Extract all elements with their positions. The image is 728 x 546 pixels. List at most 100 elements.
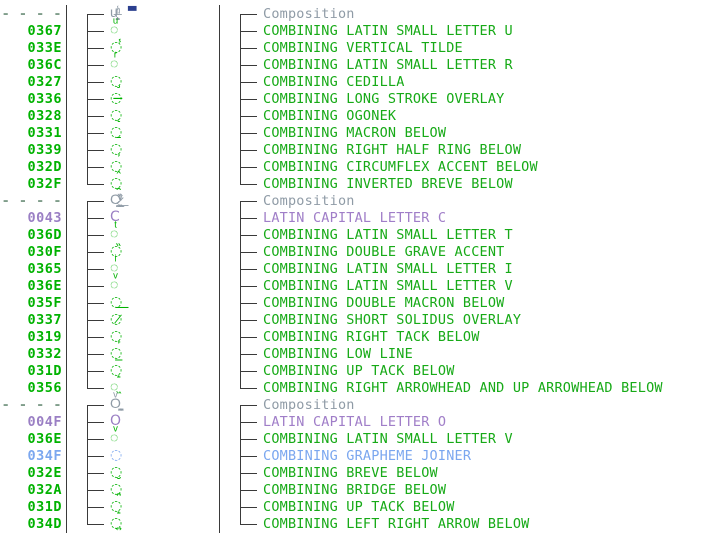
tree-branch (84, 39, 110, 57)
tree-branch-right (237, 481, 263, 499)
composition-heading: Composition (263, 6, 355, 22)
character-name: COMBINING RIGHT HALF RING BELOW (263, 142, 522, 158)
character-name: COMBINING LATIN SMALL LETTER V (263, 278, 513, 294)
character-row[interactable]: 0367 ◌ͧ COMBINING LATIN SMALL LETTER U (0, 22, 728, 40)
character-row[interactable]: 0365 ◌ͥ COMBINING LATIN SMALL LETTER I (0, 260, 728, 278)
codepoint-value: 035F (27, 295, 62, 311)
character-row[interactable]: 036C ◌ͬ COMBINING LATIN SMALL LETTER R (0, 56, 728, 74)
tree-branch-right (237, 277, 263, 295)
character-name: COMBINING LATIN SMALL LETTER U (263, 23, 513, 39)
character-row[interactable]: 031D ◌̝ COMBINING UP TACK BELOW (0, 498, 728, 516)
character-name: COMBINING RIGHT ARROWHEAD AND UP ARROWHE… (263, 380, 663, 396)
tree-branch-right (237, 73, 263, 91)
codepoint-value: 0336 (27, 91, 62, 107)
tree-branch-right (237, 107, 263, 125)
tree-branch-right (237, 260, 263, 278)
tree-outer-rail (62, 430, 84, 448)
tree-outer-rail-right (215, 158, 237, 176)
character-name: LATIN CAPITAL LETTER O (263, 414, 447, 430)
glyph-preview: ◌̲ (110, 345, 123, 361)
character-row[interactable]: 0319 ◌̙ COMBINING RIGHT TACK BELOW (0, 328, 728, 346)
character-name: COMBINING BREVE BELOW (263, 465, 438, 481)
codepoint-value: 036D (27, 227, 62, 243)
glyph-preview: ◌̧ (110, 73, 123, 89)
composition-group-header[interactable]: - - - - Oͮ͏̮̪̝͍ Composition (0, 396, 728, 415)
tree-outer-rail (62, 243, 84, 261)
character-name: COMBINING DOUBLE GRAVE ACCENT (263, 244, 505, 260)
composition-group-header[interactable]: - - - - u̶̧̨̱̹̭̯ͧ̾ͬ Composition (0, 5, 728, 24)
character-row[interactable]: 0337 ◌̷ COMBINING SHORT SOLIDUS OVERLAY (0, 311, 728, 329)
codepoint-value: 0339 (27, 142, 62, 158)
tree-outer-rail-right (215, 226, 237, 244)
character-row[interactable]: 0327 ◌̧ COMBINING CEDILLA (0, 73, 728, 91)
tree-outer-rail (62, 124, 84, 142)
tree-outer-rail-right (215, 56, 237, 74)
tree-branch-right (237, 56, 263, 74)
character-row[interactable]: 030F ◌̏ COMBINING DOUBLE GRAVE ACCENT (0, 243, 728, 261)
tree-outer-rail-right (215, 192, 237, 210)
tree-outer-rail-right (215, 90, 237, 108)
codepoint-value: 034D (27, 516, 62, 532)
tree-branch-right (237, 141, 263, 159)
character-row[interactable]: 036D ◌ͭ COMBINING LATIN SMALL LETTER T (0, 226, 728, 244)
codepoint-value: 036C (27, 57, 62, 73)
character-row[interactable]: 036E ◌ͮ COMBINING LATIN SMALL LETTER V (0, 430, 728, 448)
tree-outer-rail (62, 39, 84, 57)
character-row[interactable]: 0356 ◌͖ COMBINING RIGHT ARROWHEAD AND UP A… (0, 379, 728, 397)
character-row[interactable]: 004F O LATIN CAPITAL LETTER O (0, 413, 728, 431)
character-row[interactable]: 035F ◌͟ COMBINING DOUBLE MACRON BELOW (0, 294, 728, 312)
tree-branch-right (237, 226, 263, 244)
tree-branch-right (237, 39, 263, 57)
character-row[interactable]: 0332 ◌̲ COMBINING LOW LINE (0, 345, 728, 363)
character-name: COMBINING OGONEK (263, 108, 397, 124)
character-name: COMBINING LATIN SMALL LETTER T (263, 227, 513, 243)
tree-branch (84, 328, 110, 346)
character-row[interactable]: 034F ◌͏ COMBINING GRAPHEME JOINER (0, 447, 728, 465)
tree-outer-rail-right (215, 328, 237, 346)
tree-branch-last-right (237, 515, 263, 533)
glyph-preview: ◌̭ (110, 158, 123, 174)
composition-group-header[interactable]: - - - - C̷̙̲̝͖ͭ̏ͥͮ͟ Composition (0, 192, 728, 211)
tree-outer-rail (62, 396, 84, 414)
tree-outer-rail (62, 158, 84, 176)
character-row[interactable]: 0336 ◌̶ COMBINING LONG STROKE OVERLAY (0, 90, 728, 108)
character-row[interactable]: 0331 ◌̱ COMBINING MACRON BELOW (0, 124, 728, 142)
tree-branch-right (237, 311, 263, 329)
tree-outer-rail (62, 141, 84, 159)
tree-outer-rail-right (215, 379, 237, 397)
character-row[interactable]: 036E ◌ͮ COMBINING LATIN SMALL LETTER V (0, 277, 728, 295)
codepoint-value: 0365 (27, 261, 62, 277)
tree-outer-rail (62, 90, 84, 108)
tree-outer-rail-right (215, 124, 237, 142)
character-row[interactable]: 032D ◌̭ COMBINING CIRCUMFLEX ACCENT BELOW (0, 158, 728, 176)
codepoint-value: 0356 (27, 380, 62, 396)
character-row[interactable]: 032A ◌̪ COMBINING BRIDGE BELOW (0, 481, 728, 499)
tree-branch-last-right (237, 175, 263, 193)
character-row[interactable]: 032E ◌̮ COMBINING BREVE BELOW (0, 464, 728, 482)
character-name: COMBINING CIRCUMFLEX ACCENT BELOW (263, 159, 538, 175)
character-row[interactable]: 0043 C LATIN CAPITAL LETTER C (0, 209, 728, 227)
glyph-preview: ◌̏ (110, 243, 123, 259)
tree-outer-rail (62, 175, 84, 193)
character-row[interactable]: 0328 ◌̨ COMBINING OGONEK (0, 107, 728, 125)
character-row[interactable]: 032F ◌̯ COMBINING INVERTED BREVE BELOW (0, 175, 728, 193)
tree-branch (84, 22, 110, 40)
codepoint-value: 032F (27, 176, 62, 192)
tree-branch (84, 226, 110, 244)
character-row[interactable]: 031D ◌̝ COMBINING UP TACK BELOW (0, 362, 728, 380)
character-row[interactable]: 0339 ◌̹ COMBINING RIGHT HALF RING BELOW (0, 141, 728, 159)
tree-branch-right (237, 430, 263, 448)
glyph-preview: ◌̙ (110, 328, 123, 344)
tree-outer-rail (62, 447, 84, 465)
tree-branch (84, 158, 110, 176)
character-name: COMBINING CEDILLA (263, 74, 405, 90)
glyph-preview: ◌ͭ (110, 226, 119, 242)
tree-branch (84, 209, 110, 227)
codepoint-value: 0367 (27, 23, 62, 39)
tree-branch-right (237, 498, 263, 516)
tree-branch-right (237, 124, 263, 142)
tree-branch-right (237, 294, 263, 312)
character-row[interactable]: 033E ◌̾ COMBINING VERTICAL TILDE (0, 39, 728, 57)
character-row[interactable]: 034D ◌͍ COMBINING LEFT RIGHT ARROW BELOW (0, 515, 728, 533)
tree-branch (84, 464, 110, 482)
